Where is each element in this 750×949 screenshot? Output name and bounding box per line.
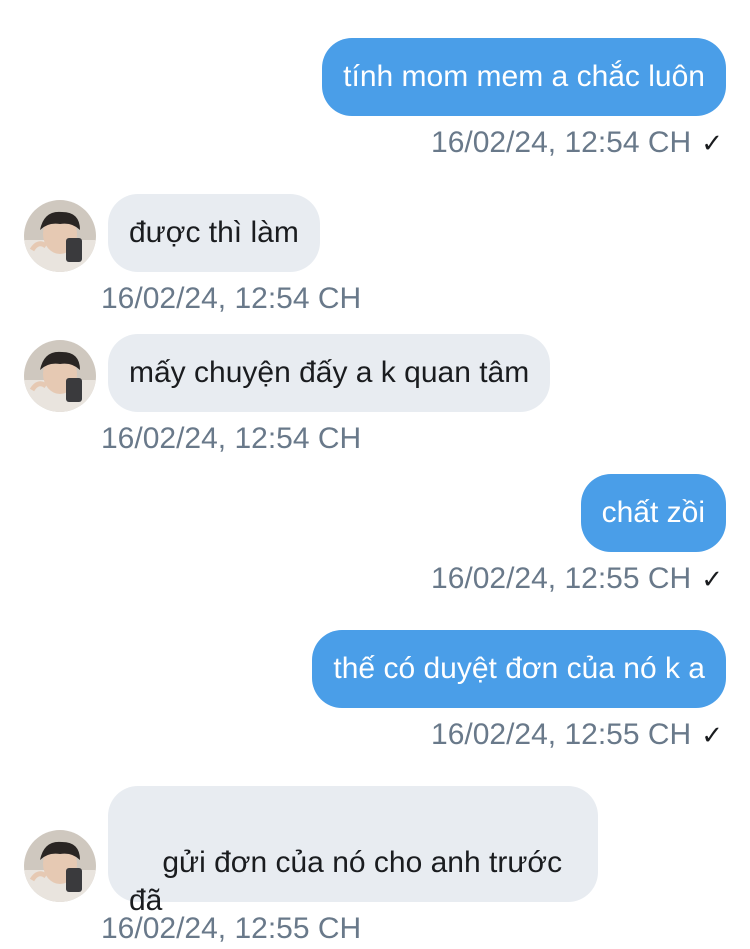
message-text: thế có duyệt đơn của nó k a bbox=[333, 652, 705, 685]
message-bubble-incoming[interactable]: gửi đơn của nó cho anh trước đã bbox=[108, 786, 598, 917]
message-timestamp: 16/02/24, 12:54 CH bbox=[101, 282, 362, 315]
message-timestamp: 16/02/24, 12:55 CH bbox=[101, 912, 362, 945]
message-timestamp: 16/02/24, 12:55 CH ✓ bbox=[431, 562, 723, 595]
sent-check-icon: ✓ bbox=[701, 128, 723, 158]
message-timestamp: 16/02/24, 12:55 CH ✓ bbox=[431, 718, 723, 751]
avatar[interactable] bbox=[24, 200, 96, 272]
message-bubble-outgoing[interactable]: chất zồi bbox=[580, 474, 726, 552]
message-text: chất zồi bbox=[601, 496, 705, 529]
message-bubble-outgoing[interactable]: thế có duyệt đơn của nó k a bbox=[312, 630, 726, 708]
message-text: tính mom mem a chắc luôn bbox=[343, 60, 705, 93]
message-timestamp: 16/02/24, 12:54 CH ✓ bbox=[431, 126, 723, 159]
avatar[interactable] bbox=[24, 830, 96, 902]
message-text: gửi đơn của nó cho anh trước đã bbox=[129, 846, 563, 917]
message-bubble-incoming[interactable]: được thì làm bbox=[108, 194, 320, 272]
message-text: được thì làm bbox=[129, 216, 299, 249]
message-bubble-outgoing[interactable]: tính mom mem a chắc luôn bbox=[322, 38, 726, 116]
avatar[interactable] bbox=[24, 340, 96, 412]
sent-check-icon: ✓ bbox=[701, 564, 723, 594]
message-bubble-incoming[interactable]: mấy chuyện đấy a k quan tâm bbox=[108, 334, 551, 412]
sent-check-icon: ✓ bbox=[701, 720, 723, 750]
message-timestamp: 16/02/24, 12:54 CH bbox=[101, 422, 362, 455]
message-text: mấy chuyện đấy a k quan tâm bbox=[129, 356, 530, 389]
